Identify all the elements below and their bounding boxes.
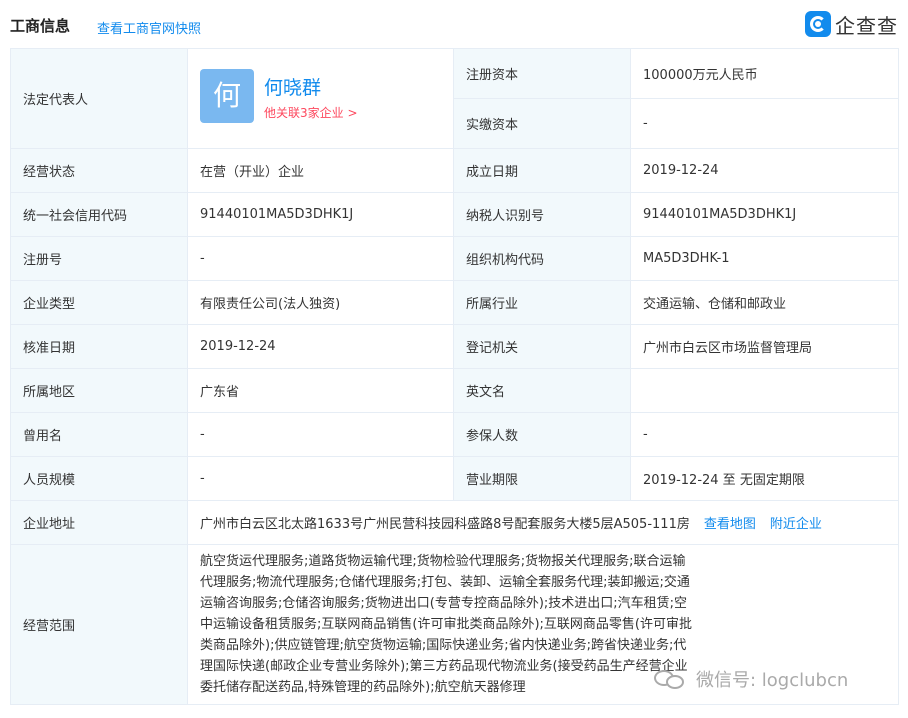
status-label: 经营状态 (10, 148, 188, 193)
term-value: 2019-12-24 至 无固定期限 (630, 456, 899, 501)
table-row: 曾用名 - 参保人数 - (10, 412, 899, 457)
insured-value: - (630, 412, 899, 457)
paid-capital-value: - (630, 98, 899, 149)
legal-rep-cell: 何 何晓群 他关联3家企业 > (187, 48, 454, 149)
nearby-companies-link[interactable]: 附近企业 (770, 517, 822, 532)
staff-size-value: - (187, 456, 454, 501)
founded-label: 成立日期 (453, 148, 631, 193)
table-row: 所属地区 广东省 英文名 (10, 368, 899, 413)
brand-logo[interactable]: 企查查 (805, 10, 898, 38)
address-value: 广州市白云区北太路1633号广州民营科技园科盛路8号配套服务大楼5层A505-1… (200, 517, 690, 532)
reg-no-value: - (187, 236, 454, 281)
english-name-value (630, 368, 899, 413)
legal-rep-name-link[interactable]: 何晓群 (264, 73, 321, 100)
taxpayer-id-label: 纳税人识别号 (453, 192, 631, 237)
credit-code-value: 91440101MA5D3DHK1J (187, 192, 454, 237)
company-type-label: 企业类型 (10, 280, 188, 325)
view-snapshot-link[interactable]: 查看工商官网快照 (97, 18, 201, 37)
address-label: 企业地址 (10, 500, 188, 545)
term-label: 营业期限 (453, 456, 631, 501)
wechat-icon (654, 668, 688, 690)
company-type-value: 有限责任公司(法人独资) (187, 280, 454, 325)
former-name-value: - (187, 412, 454, 457)
legal-rep-label: 法定代表人 (10, 48, 188, 149)
wechat-watermark: 微信号: logclubcn (654, 665, 848, 693)
founded-value: 2019-12-24 (630, 148, 899, 193)
authority-value: 广州市白云区市场监督管理局 (630, 324, 899, 369)
header-bar: 工商信息 查看工商官网快照 企查查 (0, 0, 908, 48)
table-row: 经营状态 在营（开业）企业 成立日期 2019-12-24 (10, 148, 899, 193)
approval-date-value: 2019-12-24 (187, 324, 454, 369)
view-map-link[interactable]: 查看地图 (704, 517, 756, 532)
reg-capital-label: 注册资本 (453, 48, 631, 99)
credit-code-label: 统一社会信用代码 (10, 192, 188, 237)
related-companies-link[interactable]: 他关联3家企业 > (264, 104, 358, 121)
industry-value: 交通运输、仓储和邮政业 (630, 280, 899, 325)
business-info-table: 法定代表人 何 何晓群 他关联3家企业 > 注册资本 100000万元人民币 实… (10, 48, 899, 705)
authority-label: 登记机关 (453, 324, 631, 369)
taxpayer-id-value: 91440101MA5D3DHK1J (630, 192, 899, 237)
org-code-value: MA5D3DHK-1 (630, 236, 899, 281)
insured-label: 参保人数 (453, 412, 631, 457)
approval-date-label: 核准日期 (10, 324, 188, 369)
region-label: 所属地区 (10, 368, 188, 413)
watermark-text: 微信号: logclubcn (696, 670, 849, 691)
reg-no-label: 注册号 (10, 236, 188, 281)
section-title: 工商信息 (10, 17, 71, 35)
table-row: 核准日期 2019-12-24 登记机关 广州市白云区市场监督管理局 (10, 324, 899, 369)
table-row: 企业类型 有限责任公司(法人独资) 所属行业 交通运输、仓储和邮政业 (10, 280, 899, 325)
region-value: 广东省 (187, 368, 454, 413)
former-name-label: 曾用名 (10, 412, 188, 457)
table-row: 法定代表人 何 何晓群 他关联3家企业 > 注册资本 100000万元人民币 (10, 48, 899, 149)
org-code-label: 组织机构代码 (453, 236, 631, 281)
staff-size-label: 人员规模 (10, 456, 188, 501)
qichacha-logo-icon (805, 11, 831, 37)
address-cell: 广州市白云区北太路1633号广州民营科技园科盛路8号配套服务大楼5层A505-1… (187, 500, 899, 545)
industry-label: 所属行业 (453, 280, 631, 325)
table-row: 统一社会信用代码 91440101MA5D3DHK1J 纳税人识别号 91440… (10, 192, 899, 237)
scope-label: 经营范围 (10, 544, 188, 705)
status-value: 在营（开业）企业 (187, 148, 454, 193)
table-row: 人员规模 - 营业期限 2019-12-24 至 无固定期限 (10, 456, 899, 501)
brand-name: 企查查 (835, 13, 898, 38)
table-row: 注册号 - 组织机构代码 MA5D3DHK-1 (10, 236, 899, 281)
table-row: 企业地址 广州市白云区北太路1633号广州民营科技园科盛路8号配套服务大楼5层A… (10, 500, 899, 545)
english-name-label: 英文名 (453, 368, 631, 413)
avatar[interactable]: 何 (200, 69, 254, 123)
paid-capital-label: 实缴资本 (453, 98, 631, 149)
reg-capital-value: 100000万元人民币 (630, 48, 899, 99)
